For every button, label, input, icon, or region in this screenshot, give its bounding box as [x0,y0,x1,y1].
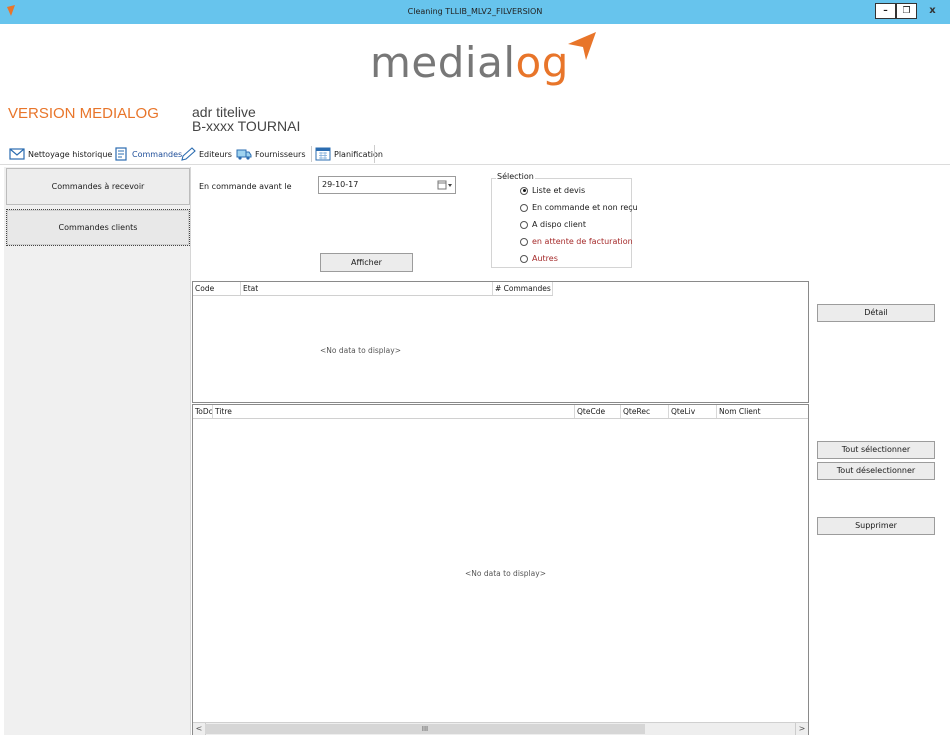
radio-liste-et-devis[interactable]: Liste et devis [520,186,585,195]
radio-unchecked-icon [520,254,528,263]
toolbar-item-fournisseurs[interactable]: Fournisseurs [236,146,306,162]
logo-arrow-icon [568,32,596,60]
radio-unchecked-icon [520,237,528,246]
order-lines-grid[interactable]: ToDc Titre QteCde QteRec QteLiv Nom Clie… [192,404,809,735]
deselect-all-button[interactable]: Tout déselectionner [817,462,935,480]
toolbar-item-planification[interactable]: Planification [311,146,383,162]
calendar-icon [315,147,331,161]
version-label: VERSION MEDIALOG [8,105,159,122]
grid-header: Code Etat # Commandes [193,282,553,296]
toolbar-item-label: Editeurs [199,149,232,159]
column-header-qterec[interactable]: QteRec [621,405,669,418]
radio-en-attente-de-facturation[interactable]: en attente de facturation [520,237,633,246]
date-picker[interactable]: 29-10-17 [318,176,456,194]
column-header-code[interactable]: Code [193,282,241,295]
radio-en-commande-et-non-recu[interactable]: En commande et non reçu [520,203,638,212]
column-header-titre[interactable]: Titre [213,405,575,418]
date-filter-label: En commande avant le [199,182,292,191]
toolbar-item-nettoyage-historique[interactable]: Nettoyage historique [9,146,112,162]
toolbar-item-commandes[interactable]: Commandes [113,146,182,162]
column-header-qtecde[interactable]: QteCde [575,405,621,418]
radio-label: A dispo client [532,220,586,229]
truck-icon [236,149,252,160]
radio-label: Liste et devis [532,186,586,195]
select-all-button[interactable]: Tout sélectionner [817,441,935,459]
toolbar-divider [374,145,375,163]
toolbar-item-editeurs[interactable]: Editeurs [180,146,232,162]
left-navigation [4,167,191,735]
pencil-icon [181,147,196,161]
logo-text-main: medial [370,38,516,87]
radio-a-dispo-client[interactable]: A dispo client [520,220,586,229]
toolbar: Nettoyage historique Commandes Editeurs … [0,141,950,165]
minimize-button[interactable]: – [875,3,896,19]
nav-commandes-a-recevoir[interactable]: Commandes à recevoir [6,168,190,205]
radio-label: Autres [532,254,558,263]
horizontal-scrollbar[interactable]: < III > [193,722,808,735]
scroll-right-button[interactable]: > [795,723,808,735]
radio-unchecked-icon [520,203,528,212]
grid-header: ToDc Titre QteCde QteRec QteLiv Nom Clie… [193,405,808,419]
radio-checked-icon [520,186,528,195]
toolbar-item-label: Commandes [132,149,183,159]
date-value: 29-10-17 [322,180,359,189]
nav-commandes-clients[interactable]: Commandes clients [6,209,190,246]
window-title: Cleaning TLLIB_MLV2_FILVERSION [407,7,543,16]
radio-label: En commande et non reçu [532,203,638,212]
toolbar-item-label: Fournisseurs [255,149,306,159]
afficher-button[interactable]: Afficher [320,253,413,272]
delete-button[interactable]: Supprimer [817,517,935,535]
column-header-etat[interactable]: Etat [241,282,493,295]
maximize-button[interactable]: ❐ [896,3,917,19]
logo-text-accent: og [515,38,569,87]
close-button[interactable]: x [918,3,947,19]
column-header-nom-client[interactable]: Nom Client [717,405,808,418]
calendar-dropdown-icon[interactable] [437,179,453,191]
document-icon [115,147,127,161]
empty-grid-message: <No data to display> [465,569,546,578]
scroll-thumb[interactable]: III [205,724,645,734]
column-header-qteliv[interactable]: QteLiv [669,405,717,418]
orders-grid[interactable]: Code Etat # Commandes <No data to displa… [192,281,809,403]
medialog-logo: medialog [370,30,600,92]
envelope-icon [9,148,25,160]
radio-unchecked-icon [520,220,528,229]
radio-autres[interactable]: Autres [520,254,558,263]
empty-grid-message: <No data to display> [320,346,401,355]
column-header-todc[interactable]: ToDc [193,405,213,418]
radio-label: en attente de facturation [532,237,633,246]
address-line-2: B-xxxx TOURNAI [192,118,301,134]
detail-button[interactable]: Détail [817,304,935,322]
selection-legend: Sélection [496,172,535,181]
column-header-commandes[interactable]: # Commandes [493,282,553,295]
toolbar-item-label: Planification [334,149,383,159]
toolbar-item-label: Nettoyage historique [28,149,113,159]
